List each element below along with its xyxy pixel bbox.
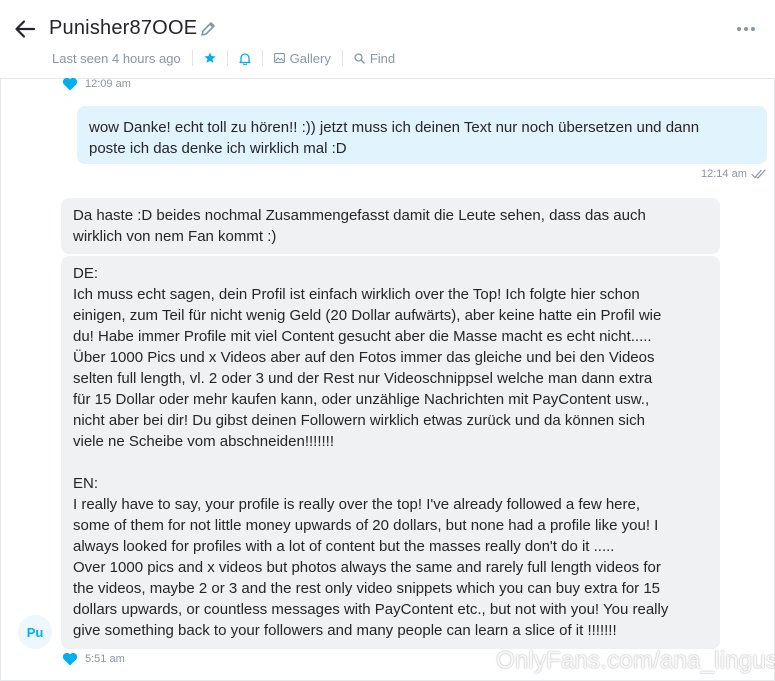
divider bbox=[191, 50, 193, 66]
message-text: Da haste :D beides nochmal Zusammengefas… bbox=[73, 207, 646, 245]
gallery-label: Gallery bbox=[289, 50, 331, 66]
message-timestamp: 12:09 am bbox=[85, 78, 131, 90]
more-options-icon[interactable] bbox=[736, 20, 756, 38]
find-label: Find bbox=[369, 50, 396, 66]
message-timestamp: 5:51 am bbox=[85, 653, 125, 665]
divider bbox=[261, 50, 263, 66]
heart-icon[interactable] bbox=[62, 77, 78, 91]
chat-title[interactable]: Punisher87OOE bbox=[49, 17, 197, 40]
divider bbox=[341, 50, 343, 66]
bell-icon bbox=[239, 52, 251, 65]
message-meta: 12:14 am bbox=[701, 168, 768, 180]
gallery-button[interactable]: Gallery bbox=[273, 50, 331, 66]
notifications-button[interactable] bbox=[239, 52, 251, 65]
image-icon bbox=[273, 53, 285, 63]
back-arrow-icon[interactable] bbox=[14, 18, 36, 40]
incoming-message[interactable]: DE: Ich muss echt sagen, dein Profil ist… bbox=[61, 256, 720, 649]
message-meta: 12:09 am bbox=[62, 77, 131, 91]
incoming-message[interactable]: Da haste :D beides nochmal Zusammengefas… bbox=[61, 198, 720, 254]
heart-icon[interactable] bbox=[62, 652, 78, 666]
chat-header: Punisher87OOE Last seen 4 hours ago Gall… bbox=[0, 0, 775, 79]
search-icon bbox=[354, 52, 365, 64]
message-meta: 5:51 am bbox=[62, 652, 125, 666]
star-icon bbox=[204, 52, 216, 63]
double-check-icon bbox=[751, 169, 766, 179]
chat-subbar: Last seen 4 hours ago Gallery Find bbox=[52, 50, 395, 66]
favorite-button[interactable] bbox=[204, 52, 216, 64]
last-seen-status: Last seen 4 hours ago bbox=[52, 50, 181, 66]
outgoing-message[interactable]: wow Danke! echt toll zu hören!! :)) jetz… bbox=[77, 106, 767, 164]
divider bbox=[226, 50, 228, 66]
edit-pencil-icon[interactable] bbox=[199, 20, 217, 38]
avatar[interactable]: Pu bbox=[18, 615, 52, 649]
message-text: DE: Ich muss echt sagen, dein Profil ist… bbox=[73, 265, 669, 639]
find-button[interactable]: Find bbox=[354, 51, 395, 66]
message-timestamp: 12:14 am bbox=[701, 168, 747, 180]
message-text: wow Danke! echt toll zu hören!! :)) jetz… bbox=[89, 119, 700, 157]
watermark: OnlyFans.com/ana_lingus bbox=[496, 647, 775, 674]
